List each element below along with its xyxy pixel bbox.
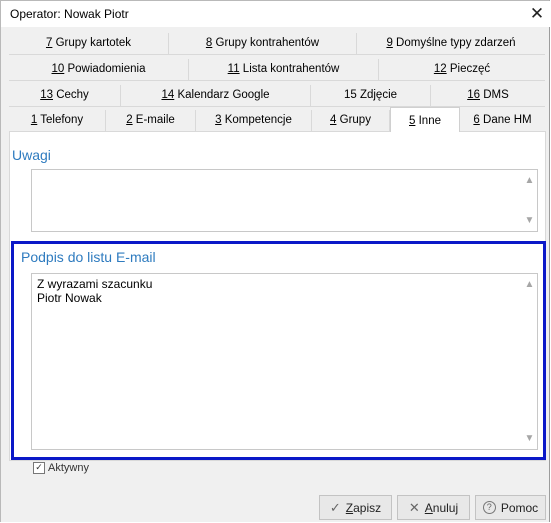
tab-telefony[interactable]: 1 Telefony [9, 110, 106, 131]
notes-scrollbar[interactable]: ▲ ▼ [521, 170, 538, 231]
save-button[interactable]: ✓ Zapisz [319, 495, 392, 520]
notes-label: Uwagi [12, 147, 51, 163]
title-bar: Operator: Nowak Piotr ✕ [1, 1, 551, 27]
dialog-window: Operator: Nowak Piotr ✕ 7 Grupy kartotek… [0, 0, 551, 522]
scroll-up-icon[interactable]: ▲ [525, 274, 535, 295]
tab-e-maile[interactable]: 2 E-maile [106, 110, 196, 131]
tab-kompetencje[interactable]: 3 Kompetencje [196, 110, 312, 131]
signature-label: Podpis do listu E-mail [21, 249, 156, 265]
tab-row-3: 13 Cechy 14 Kalendarz Google 15 Zdjęcie … [9, 85, 545, 107]
active-checkbox-label: Aktywny [48, 462, 89, 474]
tab-kalendarz-google[interactable]: 14 Kalendarz Google [121, 85, 311, 106]
close-icon: ✕ [408, 499, 420, 515]
tab-row-2: 10 Powiadomienia 11 Lista kontrahentów 1… [9, 59, 545, 81]
tab-grupy[interactable]: 4 Grupy [312, 110, 390, 131]
tab-strip: 7 Grupy kartotek 8 Grupy kontrahentów 9 … [9, 33, 545, 132]
tab-grupy-kontrahentow[interactable]: 8 Grupy kontrahentów [169, 33, 357, 54]
active-checkbox-row[interactable]: ✓ Aktywny [33, 462, 89, 474]
tab-cechy[interactable]: 13 Cechy [9, 85, 121, 106]
tab-pieczec[interactable]: 12 Pieczęć [379, 59, 545, 80]
tab-row-1: 7 Grupy kartotek 8 Grupy kontrahentów 9 … [9, 33, 545, 55]
tab-lista-kontrahentow[interactable]: 11 Lista kontrahentów [189, 59, 379, 80]
check-icon[interactable]: ✓ [33, 462, 45, 474]
signature-scrollbar[interactable]: ▲ ▼ [521, 274, 538, 449]
help-button[interactable]: ? Pomoc [475, 495, 546, 520]
close-icon[interactable]: ✕ [523, 1, 551, 27]
scroll-up-icon[interactable]: ▲ [525, 170, 535, 191]
tab-dane-hm[interactable]: 6 Dane HM [460, 110, 545, 131]
tab-row-4: 1 Telefony 2 E-maile 3 Kompetencje 4 Gru… [9, 107, 545, 132]
check-icon: ✓ [329, 499, 341, 515]
scroll-down-icon[interactable]: ▼ [525, 428, 535, 449]
notes-textarea[interactable] [31, 169, 538, 232]
tab-dms[interactable]: 16 DMS [431, 85, 545, 106]
help-icon: ? [482, 501, 496, 514]
tab-domyslne-typy-zdarzen[interactable]: 9 Domyślne typy zdarzeń [357, 33, 545, 54]
cancel-button[interactable]: ✕ Anuluj [397, 495, 470, 520]
signature-textarea[interactable]: Z wyrazami szacunku Piotr Nowak [31, 273, 538, 450]
scroll-down-icon[interactable]: ▼ [525, 210, 535, 231]
tab-zdjecie[interactable]: 15 Zdjęcie [311, 85, 431, 106]
tab-inne[interactable]: 5 Inne [390, 107, 460, 132]
tab-grupy-kartotek[interactable]: 7 Grupy kartotek [9, 33, 169, 54]
tab-powiadomienia[interactable]: 10 Powiadomienia [9, 59, 189, 80]
window-title: Operator: Nowak Piotr [10, 7, 129, 21]
